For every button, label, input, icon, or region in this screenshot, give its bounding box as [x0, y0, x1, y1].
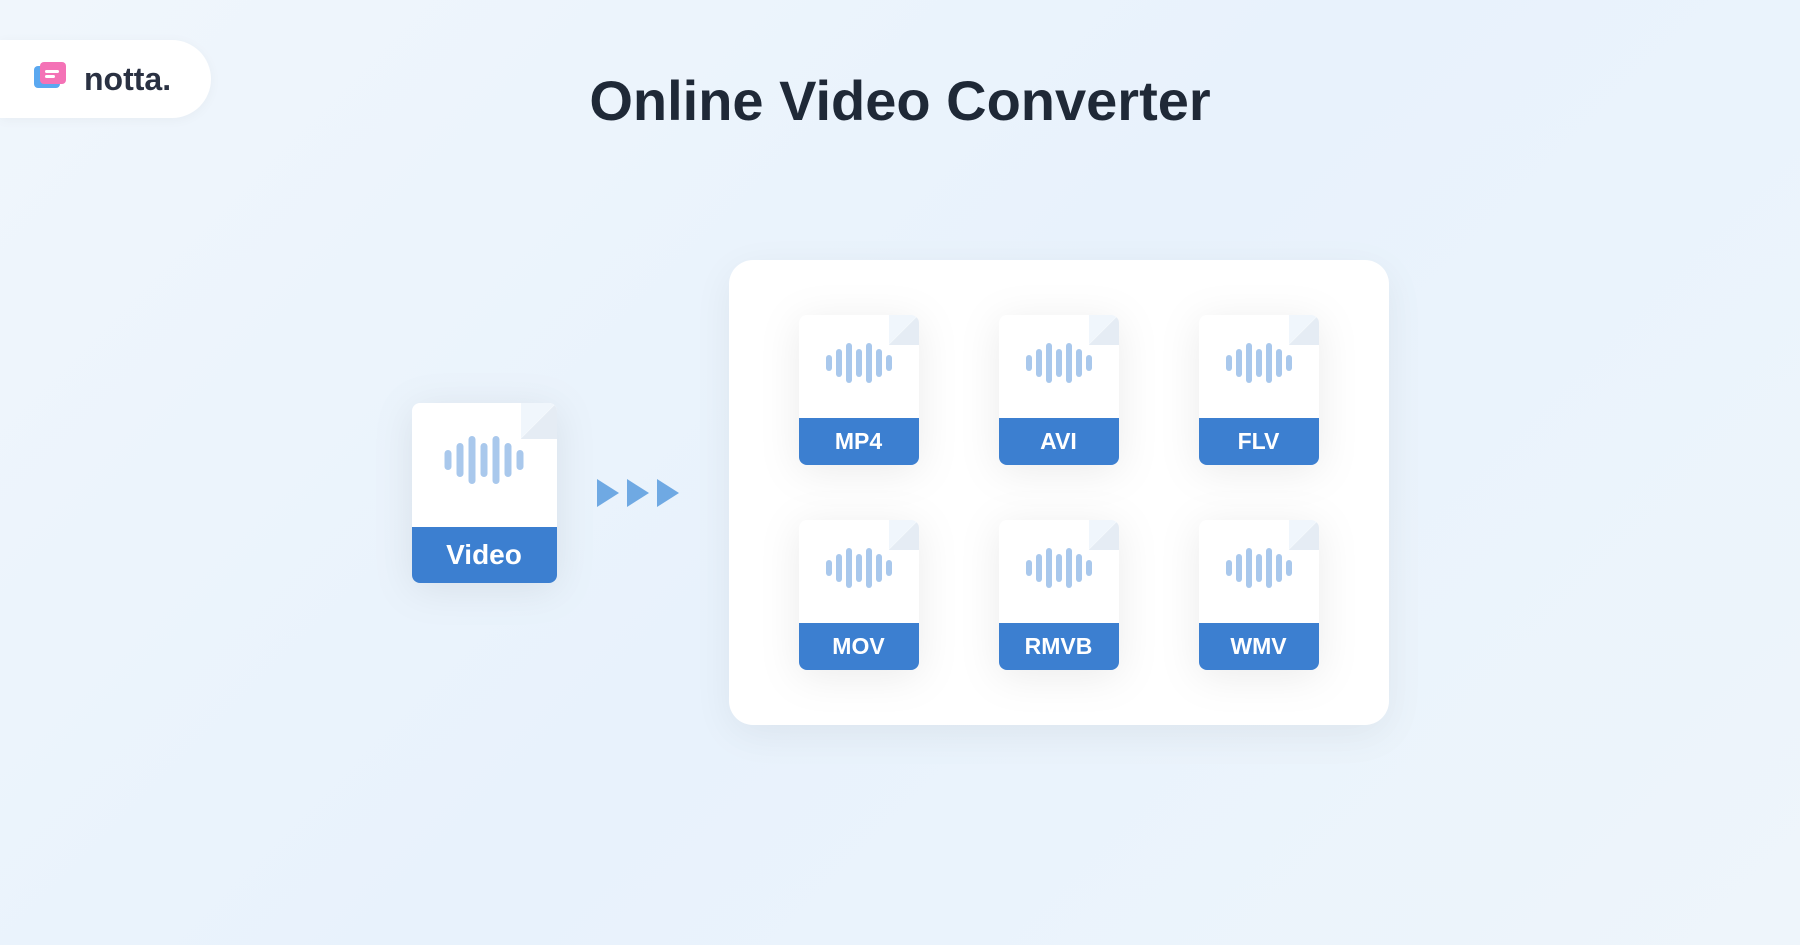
folded-corner-icon: [1289, 520, 1319, 550]
folded-corner-icon: [521, 403, 557, 439]
output-file-label: FLV: [1199, 418, 1319, 465]
output-file-label: MOV: [799, 623, 919, 670]
output-file-icon: RMVB: [999, 520, 1119, 670]
output-file-icon: AVI: [999, 315, 1119, 465]
folded-corner-icon: [889, 520, 919, 550]
conversion-arrows: [597, 479, 679, 507]
arrow-icon: [657, 479, 679, 507]
output-file-icon: MP4: [799, 315, 919, 465]
output-file-label: AVI: [999, 418, 1119, 465]
audio-wave-icon: [1226, 343, 1292, 383]
source-area: Video: [412, 403, 679, 583]
audio-wave-icon: [826, 343, 892, 383]
output-formats-panel: MP4 AVI: [729, 260, 1389, 725]
output-file-label: MP4: [799, 418, 919, 465]
audio-wave-icon: [826, 548, 892, 588]
audio-wave-icon: [1026, 548, 1092, 588]
folded-corner-icon: [1089, 315, 1119, 345]
audio-wave-icon: [1226, 548, 1292, 588]
output-file-label: WMV: [1199, 623, 1319, 670]
source-file-label: Video: [412, 527, 557, 583]
folded-corner-icon: [1089, 520, 1119, 550]
brand-badge: notta.: [0, 40, 211, 118]
audio-wave-icon: [1026, 343, 1092, 383]
brand-name: notta.: [84, 61, 171, 98]
brand-icon: [30, 58, 72, 100]
arrow-icon: [627, 479, 649, 507]
source-file-icon: Video: [412, 403, 557, 583]
converter-diagram: Video MP4: [0, 260, 1800, 725]
page-title: Online Video Converter: [589, 68, 1210, 133]
output-file-icon: FLV: [1199, 315, 1319, 465]
folded-corner-icon: [1289, 315, 1319, 345]
audio-wave-icon: [445, 436, 524, 484]
arrow-icon: [597, 479, 619, 507]
output-file-label: RMVB: [999, 623, 1119, 670]
folded-corner-icon: [889, 315, 919, 345]
output-file-icon: MOV: [799, 520, 919, 670]
output-file-icon: WMV: [1199, 520, 1319, 670]
